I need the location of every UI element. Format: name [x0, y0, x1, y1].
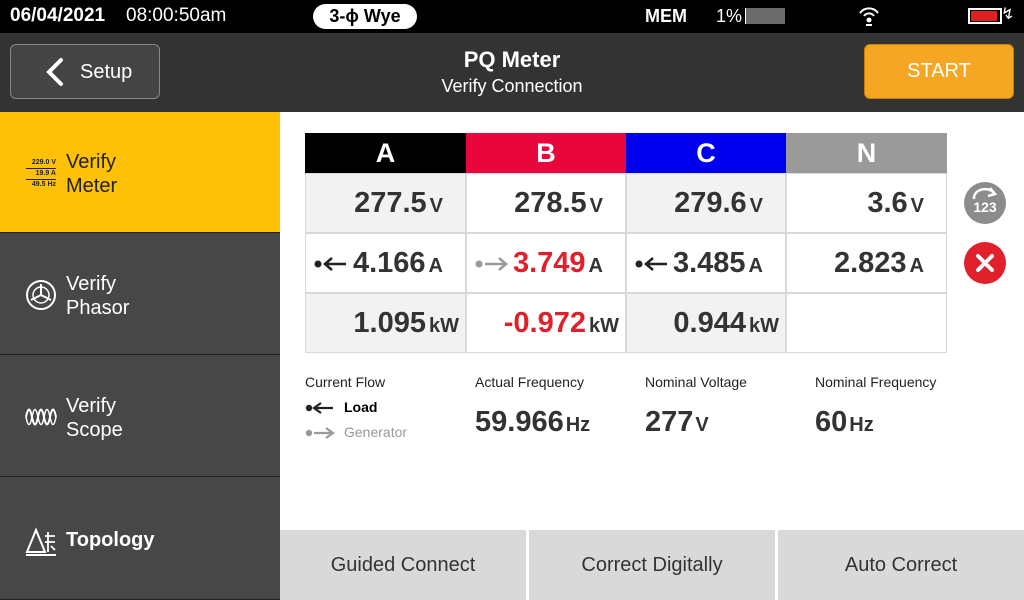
meter-readings-icon: 229.0 V 19.9 A 49.5 Hz	[26, 158, 56, 190]
sidebar: 229.0 V 19.9 A 49.5 Hz Verify Meter Veri…	[0, 112, 280, 600]
generator-flow-icon	[475, 257, 508, 271]
start-button[interactable]: START	[864, 44, 1014, 99]
phase-header-n: N	[786, 133, 947, 173]
actual-frequency-value: 59.966 Hz	[475, 406, 591, 438]
current-cell-c: 3.485 A	[626, 233, 786, 293]
load-flow-icon	[305, 402, 333, 414]
memory-percent: 1%	[716, 6, 743, 26]
power-cell-n	[786, 293, 947, 353]
header: Setup PQ Meter Verify Connection START	[0, 33, 1024, 112]
load-flow-icon	[314, 257, 346, 271]
current-flow-label: Current Flow	[305, 374, 386, 390]
nominal-frequency-label: Nominal Frequency	[815, 374, 937, 390]
sidebar-item-topology[interactable]: Topology	[0, 478, 280, 600]
nominal-frequency-block: Nominal Frequency 60 Hz	[815, 374, 936, 439]
status-bar: 06/04/2021 08:00:50am 3-ϕ Wye MEM 1% ↯	[0, 0, 1024, 33]
actual-frequency-label: Actual Frequency	[475, 374, 584, 390]
voltage-cell-c: 279.6 V	[626, 173, 786, 233]
sidebar-item-label: Verify Meter	[66, 151, 118, 197]
nominal-voltage-value: 277 V	[645, 406, 709, 438]
sidebar-item-label: Verify Scope	[66, 395, 123, 441]
sidebar-item-verify-scope[interactable]: Verify Scope	[0, 356, 280, 477]
legend-generator-label: Generator	[344, 424, 408, 440]
nominal-voltage-label: Nominal Voltage	[645, 374, 747, 390]
sidebar-item-verify-phasor[interactable]: Verify Phasor	[0, 234, 280, 355]
current-cell-n: 2.823 A	[786, 233, 947, 293]
memory-label: MEM	[645, 6, 687, 26]
close-icon	[976, 254, 994, 272]
current-cell-a: 4.166 A	[305, 233, 466, 293]
phase-header-a: A	[305, 133, 466, 173]
sidebar-item-label: Verify Phasor	[66, 273, 130, 319]
wiring-config-badge[interactable]: 3-ϕ Wye	[313, 4, 417, 29]
phase-header-c: C	[626, 133, 786, 173]
voltage-cell-n: 3.6 V	[786, 173, 947, 233]
voltage-cell-b: 278.5 V	[466, 173, 626, 233]
power-cell-a: 1.095 kW	[305, 293, 466, 353]
voltage-cell-a: 277.5 V	[305, 173, 466, 233]
phasor-icon	[26, 280, 56, 310]
waveform-icon	[25, 408, 57, 426]
nominal-voltage-block: Nominal Voltage 277 V	[645, 374, 747, 439]
nominal-frequency-value: 60 Hz	[815, 406, 874, 438]
phase-header-b: B	[466, 133, 626, 173]
sidebar-item-verify-meter[interactable]: 229.0 V 19.9 A 49.5 Hz Verify Meter	[0, 112, 280, 233]
clear-button[interactable]	[964, 242, 1006, 284]
auto-correct-button[interactable]: Auto Correct	[778, 530, 1024, 600]
topology-icon	[25, 527, 56, 556]
digits-label: 123	[973, 199, 997, 215]
generator-flow-icon	[305, 427, 335, 439]
actual-frequency-block: Actual Frequency 59.966 Hz	[475, 374, 590, 439]
power-cell-b: -0.972 kW	[466, 293, 626, 353]
toggle-digits-button[interactable]: 123	[964, 182, 1006, 224]
power-cell-c: 0.944 kW	[626, 293, 786, 353]
sidebar-item-label: Topology	[66, 529, 155, 551]
load-flow-icon	[635, 257, 667, 271]
memory-usage-bar	[745, 8, 785, 24]
status-date: 06/04/2021	[10, 5, 106, 26]
guided-connect-button[interactable]: Guided Connect	[280, 530, 526, 600]
battery-icon: ↯	[968, 6, 1014, 26]
bottom-action-bar: Guided Connect Correct Digitally Auto Co…	[280, 530, 1024, 600]
legend-load-label: Load	[344, 399, 378, 415]
correct-digitally-button[interactable]: Correct Digitally	[529, 530, 775, 600]
current-flow-legend: Current Flow	[305, 374, 385, 390]
status-time: 08:00:50am	[126, 5, 227, 26]
current-cell-b: 3.749 A	[466, 233, 626, 293]
wireless-signal-icon	[859, 7, 879, 26]
